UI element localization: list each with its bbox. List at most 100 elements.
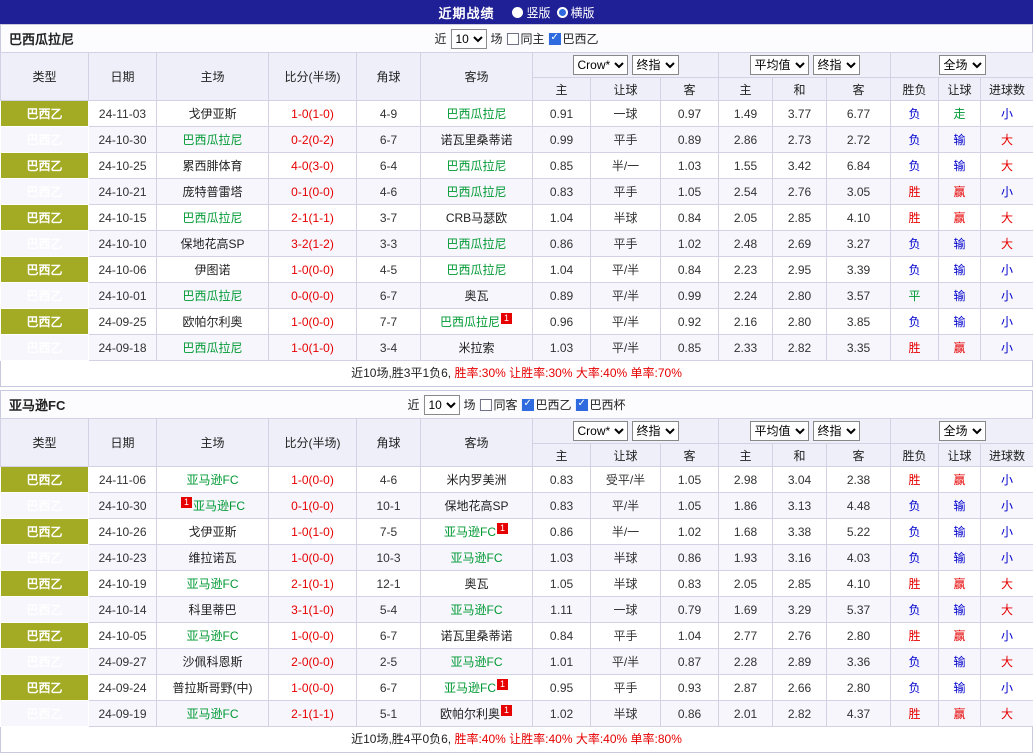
europe-odds-cell: 2.82 <box>773 701 827 727</box>
result-cell: 小 <box>981 309 1033 335</box>
home-team-cell: 庞特普雷塔 <box>157 179 269 205</box>
result-cell: 小 <box>981 675 1033 701</box>
handicap-odds-cell: 0.86 <box>533 231 591 257</box>
corner-cell: 10-3 <box>357 545 421 571</box>
recent-count-select[interactable]: 10 <box>450 29 486 49</box>
checkbox-icon[interactable] <box>549 33 561 45</box>
home-team-cell: 欧帕尔利奥 <box>157 309 269 335</box>
europe-odds-cell: 3.39 <box>827 257 891 283</box>
sub-col-header: 主 <box>533 444 591 467</box>
col-header: 角球 <box>357 419 421 467</box>
europe-odds-cell: 2.80 <box>773 309 827 335</box>
handicap-odds-cell: 1.02 <box>661 519 719 545</box>
result-cell: 赢 <box>939 179 981 205</box>
table-row: 巴西乙24-11-03戈伊亚斯1-0(1-0)4-9巴西瓜拉尼0.91一球0.9… <box>1 101 1033 127</box>
team-name-text: 巴西瓜拉尼 <box>446 185 506 199</box>
europe-odds-cell: 2.89 <box>773 649 827 675</box>
avg-odds-select[interactable]: 平均值 <box>750 55 809 75</box>
final-avg-select[interactable]: 终指 <box>813 55 860 75</box>
result-cell: 负 <box>891 545 939 571</box>
europe-odds-cell: 2.73 <box>773 127 827 153</box>
red-card-badge: 1 <box>501 313 512 324</box>
team-name-text: 巴西瓜拉尼 <box>182 341 242 355</box>
handicap-odds-cell: 0.83 <box>661 571 719 597</box>
date-cell: 24-09-18 <box>89 335 157 361</box>
result-cell: 负 <box>891 101 939 127</box>
view-mode-radio-0[interactable]: 竖版 <box>512 4 550 21</box>
col-header: 角球 <box>357 53 421 101</box>
view-mode-radio-1[interactable]: 横版 <box>557 4 595 21</box>
handicap-odds-cell: 平/半 <box>591 335 661 361</box>
date-cell: 24-10-30 <box>89 493 157 519</box>
checkbox-icon[interactable] <box>522 399 534 411</box>
filter-checkbox-2[interactable]: 巴西杯 <box>576 396 626 413</box>
team-name-text: 维拉诺瓦 <box>188 551 236 565</box>
filter-checkbox-0[interactable]: 同客 <box>479 396 517 413</box>
handicap-odds-cell: 0.84 <box>661 257 719 283</box>
recent-count-select[interactable]: 10 <box>423 395 459 415</box>
sub-col-header: 主 <box>533 78 591 101</box>
corner-cell: 3-7 <box>357 205 421 231</box>
table-row: 巴西乙24-10-301亚马逊FC0-1(0-0)10-1保地花高SP0.83平… <box>1 493 1033 519</box>
filter-checkbox-1[interactable]: 巴西乙 <box>522 396 572 413</box>
odds-provider-select[interactable]: Crow* <box>573 421 628 441</box>
team-name-text: 欧帕尔利奥 <box>440 707 500 721</box>
date-cell: 24-11-06 <box>89 467 157 493</box>
away-team-cell: CRB马瑟欧 <box>421 205 533 231</box>
league-type-cell: 巴西乙 <box>1 649 89 675</box>
team-name-text: 巴西瓜拉尼 <box>446 159 506 173</box>
europe-odds-cell: 2.05 <box>719 571 773 597</box>
final-odds-select[interactable]: 终指 <box>632 55 679 75</box>
europe-odds-cell: 3.42 <box>773 153 827 179</box>
away-team-cell: 亚马逊FC <box>421 649 533 675</box>
full-match-select[interactable]: 全场 <box>939 55 986 75</box>
corner-cell: 4-5 <box>357 257 421 283</box>
table-row: 巴西乙24-11-06亚马逊FC1-0(0-0)4-6米内罗美洲0.83受平/半… <box>1 467 1033 493</box>
col-header: 客场 <box>421 53 533 101</box>
league-type-cell: 巴西乙 <box>1 571 89 597</box>
checkbox-icon[interactable] <box>576 399 588 411</box>
filter-controls: 近10场同主巴西乙 <box>434 29 598 49</box>
final-avg-select[interactable]: 终指 <box>813 421 860 441</box>
europe-odds-cell: 5.37 <box>827 597 891 623</box>
radio-icon[interactable] <box>557 7 568 18</box>
table-row: 巴西乙24-09-24普拉斯哥野(中)1-0(0-0)6-7亚马逊FC10.95… <box>1 675 1033 701</box>
date-cell: 24-10-01 <box>89 283 157 309</box>
red-card-badge: 1 <box>497 523 508 534</box>
away-team-cell: 米内罗美洲 <box>421 467 533 493</box>
away-team-cell: 保地花高SP <box>421 493 533 519</box>
odds-provider-select[interactable]: Crow* <box>573 55 628 75</box>
sub-col-header: 和 <box>773 444 827 467</box>
filter-checkbox-0[interactable]: 同主 <box>507 30 545 47</box>
full-match-select[interactable]: 全场 <box>939 421 986 441</box>
table-row: 巴西乙24-10-21庞特普雷塔0-1(0-0)4-6巴西瓜拉尼0.83平手1.… <box>1 179 1033 205</box>
date-cell: 24-10-25 <box>89 153 157 179</box>
handicap-odds-cell: 0.92 <box>661 309 719 335</box>
checkbox-icon[interactable] <box>507 33 519 45</box>
radio-icon[interactable] <box>512 7 523 18</box>
result-cell: 负 <box>891 153 939 179</box>
filter-checkbox-1[interactable]: 巴西乙 <box>549 30 599 47</box>
result-cell: 胜 <box>891 623 939 649</box>
europe-odds-cell: 1.69 <box>719 597 773 623</box>
handicap-odds-cell: 0.89 <box>661 127 719 153</box>
handicap-odds-cell: 1.03 <box>533 335 591 361</box>
result-cell: 输 <box>939 493 981 519</box>
final-odds-select[interactable]: 终指 <box>632 421 679 441</box>
handicap-odds-cell: 半球 <box>591 571 661 597</box>
results-table: 类型日期主场比分(半场)角球客场Crow*终指平均值终指全场主让球客主和客胜负让… <box>0 418 1033 727</box>
europe-odds-cell: 5.22 <box>827 519 891 545</box>
date-cell: 24-09-27 <box>89 649 157 675</box>
checkbox-icon[interactable] <box>479 399 491 411</box>
avg-odds-select[interactable]: 平均值 <box>750 421 809 441</box>
radio-label-text: 横版 <box>571 4 595 21</box>
team-name-text: 戈伊亚斯 <box>188 525 236 539</box>
handicap-odds-cell: 1.05 <box>661 179 719 205</box>
date-cell: 24-10-30 <box>89 127 157 153</box>
table-row: 巴西乙24-10-01巴西瓜拉尼0-0(0-0)6-7奥瓦0.89平/半0.99… <box>1 283 1033 309</box>
filter-near-label: 近 <box>407 396 419 413</box>
table-row: 巴西乙24-10-10保地花高SP3-2(1-2)3-3巴西瓜拉尼0.86平手1… <box>1 231 1033 257</box>
handicap-odds-cell: 平手 <box>591 623 661 649</box>
sub-col-header: 让球 <box>591 444 661 467</box>
sub-col-header: 主 <box>719 78 773 101</box>
